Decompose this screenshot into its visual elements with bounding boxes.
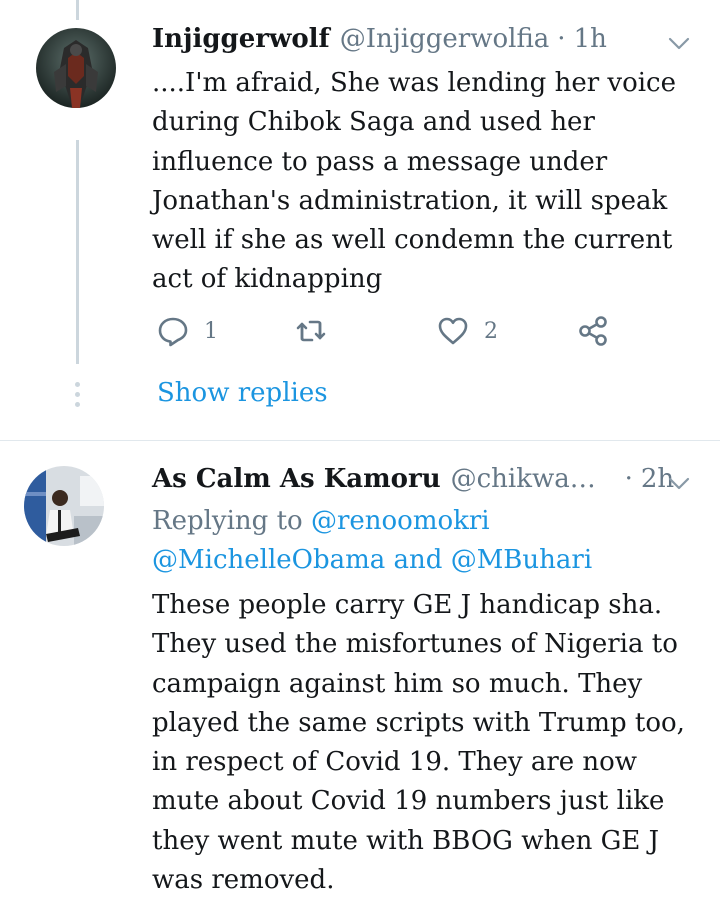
divider (0, 440, 720, 441)
tweet-actions: 1 2 (152, 314, 632, 354)
thread-collapsed-dots (74, 382, 81, 412)
thread-line-middle (76, 140, 79, 364)
timestamp[interactable]: 1h (574, 24, 607, 54)
author-name[interactable]: Injiggerwolf (152, 24, 330, 54)
mention-link[interactable]: @MBuhari (451, 545, 592, 575)
like-count: 2 (484, 318, 498, 344)
replying-to: Replying to @renoomokri @MichelleObama a… (152, 502, 700, 580)
replying-to-label: Replying to (152, 506, 303, 536)
share-icon (579, 316, 607, 346)
reply-button[interactable]: 1 (156, 314, 218, 348)
retweet-button[interactable] (294, 314, 328, 348)
tweet-header: As Calm As Kamoru @chikwad... · 2h (152, 464, 700, 494)
tweet-text: ....I'm afraid, She was lending her voic… (152, 68, 676, 295)
tweet-header: Injiggerwolf @Injiggerwolfia · 1h (152, 24, 700, 54)
author-name[interactable]: As Calm As Kamoru (152, 464, 441, 494)
chevron-down-icon[interactable] (666, 470, 692, 496)
show-replies-link[interactable]: Show replies (157, 378, 328, 408)
like-button[interactable]: 2 (436, 314, 498, 348)
avatar[interactable] (36, 28, 116, 108)
reply-icon (158, 317, 188, 347)
separator-dot: · (624, 464, 633, 494)
author-handle[interactable]: @Injiggerwolfia (340, 24, 550, 54)
avatar[interactable] (24, 466, 104, 546)
mention-link[interactable]: @MichelleObama (152, 545, 385, 575)
mention-link[interactable]: @renoomokri (311, 506, 490, 536)
separator-dot: · (557, 24, 566, 54)
chevron-down-icon[interactable] (666, 30, 692, 56)
author-handle[interactable]: @chikwad... (451, 464, 611, 494)
thread-line-top (76, 0, 79, 20)
reply-count: 1 (204, 318, 218, 344)
heart-icon (438, 317, 468, 345)
tweet-text: These people carry GE J handicap sha. Th… (152, 590, 685, 896)
retweet-icon (296, 320, 326, 342)
reply-and[interactable]: and (394, 545, 443, 575)
share-button[interactable] (576, 314, 610, 348)
